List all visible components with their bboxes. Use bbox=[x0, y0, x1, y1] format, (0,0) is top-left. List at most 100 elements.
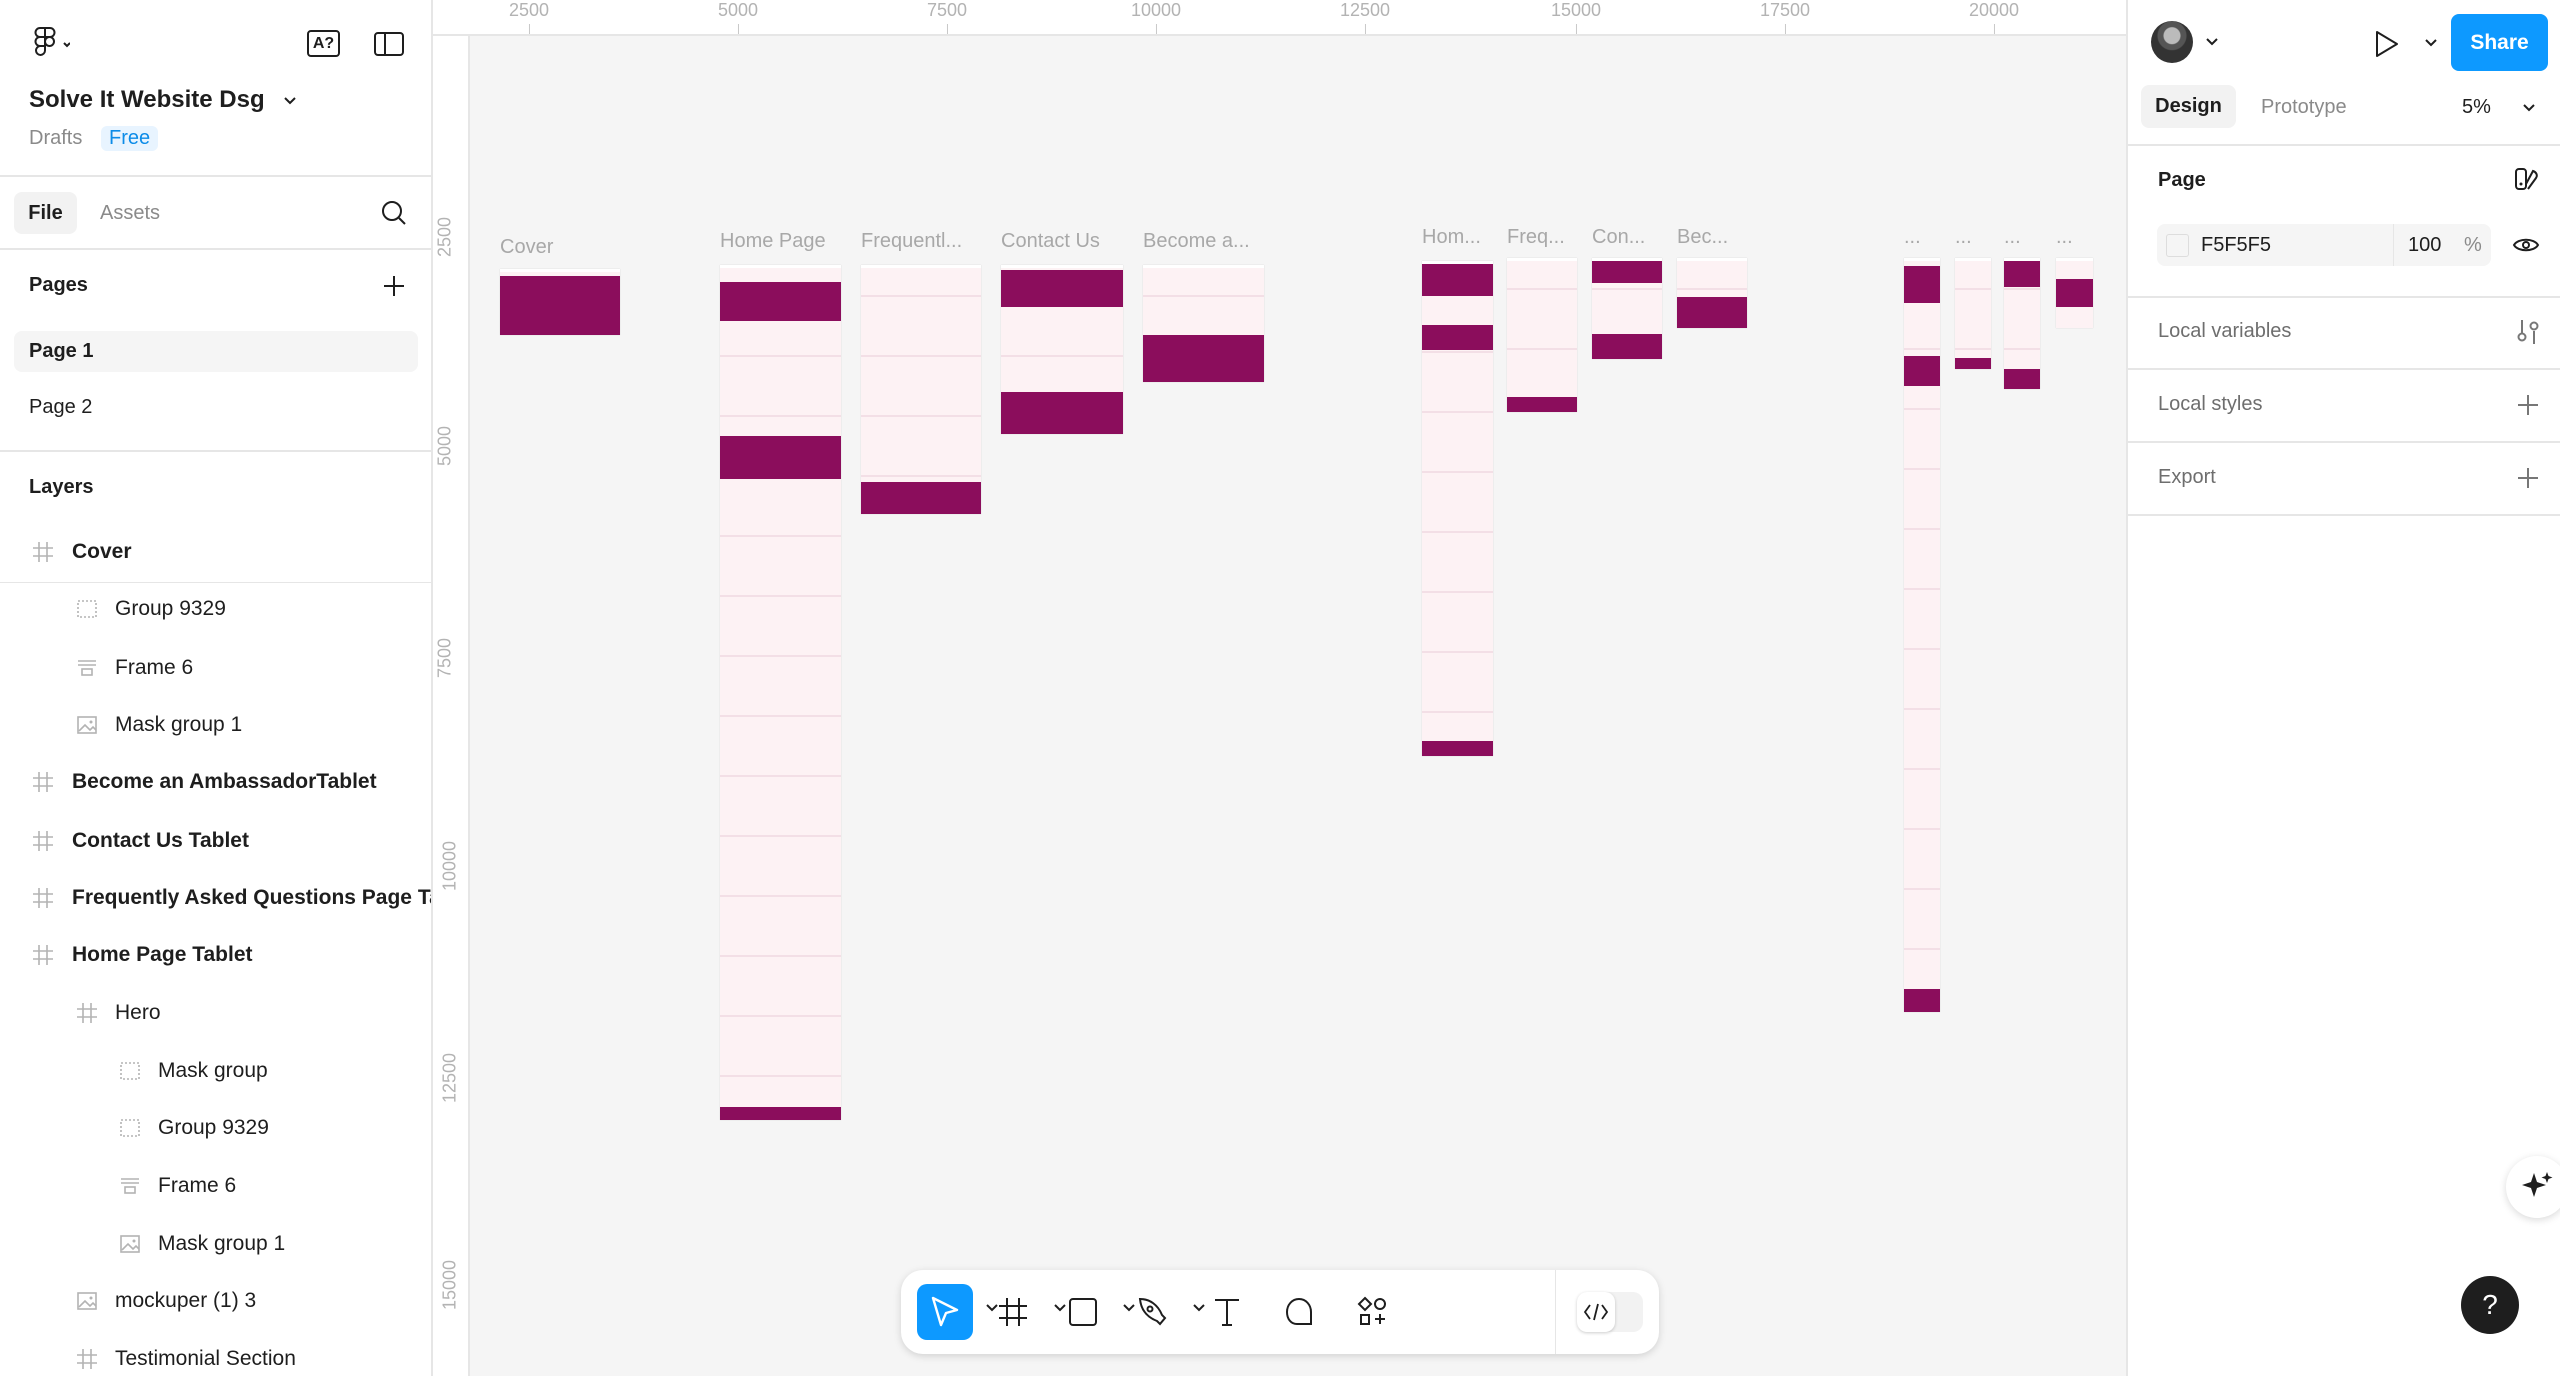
color-hex[interactable]: F5F5F5 bbox=[2201, 234, 2271, 257]
shape-tool-button[interactable] bbox=[1055, 1284, 1111, 1340]
chevron-down-icon[interactable] bbox=[2205, 37, 2219, 47]
styles-icon[interactable] bbox=[2514, 166, 2540, 192]
frame-label[interactable]: Contact Us bbox=[1001, 230, 1100, 253]
group-icon bbox=[120, 1062, 140, 1080]
variables-icon[interactable] bbox=[2516, 318, 2540, 346]
ai-assist-button[interactable] bbox=[2506, 1156, 2560, 1218]
frame-thumbnail[interactable] bbox=[720, 265, 841, 1120]
share-button[interactable]: Share bbox=[2451, 14, 2548, 71]
plan-badge[interactable]: Free bbox=[101, 126, 159, 151]
frame-label[interactable]: Home Page bbox=[720, 230, 826, 253]
frame-label[interactable]: ... bbox=[1955, 226, 1972, 249]
pen-tool-button[interactable] bbox=[1125, 1284, 1181, 1340]
layer-item[interactable]: Frame 6 bbox=[158, 1174, 236, 1198]
page-color-field[interactable]: F5F5F5 100 % bbox=[2157, 224, 2491, 266]
frame-thumbnail[interactable] bbox=[2056, 258, 2093, 328]
layer-item[interactable]: Group 9329 bbox=[158, 1116, 269, 1140]
opacity-value[interactable]: 100 bbox=[2408, 234, 2441, 257]
frame-label[interactable]: Bec... bbox=[1677, 226, 1728, 249]
chevron-down-icon[interactable] bbox=[283, 96, 297, 106]
play-icon[interactable] bbox=[2374, 29, 2400, 59]
layer-item[interactable]: mockuper (1) 3 bbox=[115, 1289, 256, 1313]
local-variables[interactable]: Local variables bbox=[2158, 320, 2291, 343]
frame-thumbnail[interactable] bbox=[1143, 265, 1264, 382]
frame-label[interactable]: Frequentl... bbox=[861, 230, 962, 253]
frame-thumbnail[interactable] bbox=[1677, 258, 1747, 328]
tab-file[interactable]: File bbox=[14, 192, 77, 234]
accessibility-icon[interactable]: A? bbox=[307, 30, 340, 57]
frame-thumbnail[interactable] bbox=[2004, 258, 2040, 389]
autolayout-icon bbox=[121, 1178, 139, 1194]
figma-menu-button[interactable] bbox=[30, 26, 71, 63]
frame-thumbnail[interactable] bbox=[500, 269, 620, 335]
layer-item[interactable]: Mask group bbox=[158, 1059, 268, 1083]
layer-item[interactable]: Become an AmbassadorTablet bbox=[72, 770, 377, 794]
add-style-icon[interactable] bbox=[2516, 393, 2540, 417]
frame-label[interactable]: ... bbox=[2004, 226, 2021, 249]
image-icon bbox=[77, 716, 97, 734]
frame-thumbnail[interactable] bbox=[1592, 258, 1662, 359]
layer-item[interactable]: Mask group 1 bbox=[115, 713, 242, 737]
layer-item[interactable]: Mask group 1 bbox=[158, 1232, 285, 1256]
ruler-tick-label: 7500 bbox=[926, 0, 968, 34]
export[interactable]: Export bbox=[2158, 466, 2216, 489]
chevron-down-icon[interactable] bbox=[2424, 38, 2438, 48]
layer-item[interactable]: Group 9329 bbox=[115, 597, 226, 621]
text-icon bbox=[1215, 1299, 1239, 1326]
frame-label[interactable]: Cover bbox=[500, 236, 553, 259]
frame-thumbnail[interactable] bbox=[1904, 258, 1940, 1012]
frame-tool-button[interactable] bbox=[985, 1284, 1041, 1340]
layer-item[interactable]: Home Page Tablet bbox=[72, 943, 253, 967]
drafts-link[interactable]: Drafts bbox=[29, 127, 82, 150]
chevron-down-icon[interactable] bbox=[2522, 103, 2536, 113]
toggle-sidebar-icon[interactable] bbox=[374, 32, 404, 56]
frame-thumbnail[interactable] bbox=[1955, 258, 1991, 369]
zoom-level[interactable]: 5% bbox=[2462, 96, 2491, 119]
frame-label[interactable]: ... bbox=[1904, 226, 1921, 249]
layer-item[interactable]: Frame 6 bbox=[115, 656, 193, 680]
pen-icon bbox=[1138, 1297, 1167, 1326]
layer-item[interactable]: Testimonial Section bbox=[115, 1347, 296, 1371]
dev-mode-toggle[interactable] bbox=[1577, 1292, 1643, 1332]
eye-icon[interactable] bbox=[2512, 234, 2540, 256]
frame-thumbnail[interactable] bbox=[1507, 258, 1577, 412]
frame-label[interactable]: Hom... bbox=[1422, 226, 1481, 249]
ruler-tick-label: 20000 bbox=[1968, 0, 2020, 34]
frame-label[interactable]: Become a... bbox=[1143, 230, 1250, 253]
tab-assets[interactable]: Assets bbox=[100, 202, 160, 225]
color-swatch[interactable] bbox=[2166, 234, 2189, 257]
frame-icon bbox=[999, 1298, 1027, 1326]
cursor-icon bbox=[931, 1296, 959, 1327]
actions-tool-button[interactable] bbox=[1345, 1284, 1401, 1340]
tab-prototype[interactable]: Prototype bbox=[2261, 96, 2347, 119]
frame-thumbnail[interactable] bbox=[1001, 265, 1123, 434]
comment-tool-button[interactable] bbox=[1271, 1284, 1327, 1340]
local-styles[interactable]: Local styles bbox=[2158, 393, 2263, 416]
page-item-page-2[interactable]: Page 2 bbox=[29, 396, 92, 419]
file-title[interactable]: Solve It Website Dsg bbox=[29, 86, 265, 114]
frame-label[interactable]: Con... bbox=[1592, 226, 1645, 249]
layer-item[interactable]: Frequently Asked Questions Page Tablet bbox=[72, 886, 431, 910]
canvas[interactable]: Cover Home Page Frequentl... Contact Us Beco… bbox=[470, 38, 2126, 1376]
help-button[interactable]: ? bbox=[2461, 1276, 2519, 1334]
search-icon[interactable] bbox=[380, 199, 408, 227]
tab-design[interactable]: Design bbox=[2141, 85, 2236, 128]
layer-item[interactable]: Cover bbox=[72, 540, 132, 564]
frame-label[interactable]: Freq... bbox=[1507, 226, 1565, 249]
frame-icon bbox=[33, 888, 53, 908]
ruler-tick-label: 2500 bbox=[434, 216, 455, 258]
frame-thumbnail[interactable] bbox=[1422, 261, 1493, 756]
right-sidebar: Share Design Prototype 5% Page F5F5F5 10… bbox=[2126, 0, 2560, 1376]
move-tool-button[interactable] bbox=[917, 1284, 973, 1340]
ruler-tick-label: 10000 bbox=[439, 840, 460, 892]
add-page-icon[interactable] bbox=[382, 274, 406, 298]
avatar[interactable] bbox=[2151, 21, 2193, 63]
text-tool-button[interactable] bbox=[1199, 1284, 1255, 1340]
add-export-icon[interactable] bbox=[2516, 466, 2540, 490]
frame-label[interactable]: ... bbox=[2056, 226, 2073, 249]
frame-thumbnail[interactable] bbox=[861, 265, 981, 514]
layer-item[interactable]: Hero bbox=[115, 1001, 161, 1025]
image-icon bbox=[120, 1235, 140, 1253]
page-item-page-1[interactable]: Page 1 bbox=[14, 331, 418, 372]
layer-item[interactable]: Contact Us Tablet bbox=[72, 829, 249, 853]
